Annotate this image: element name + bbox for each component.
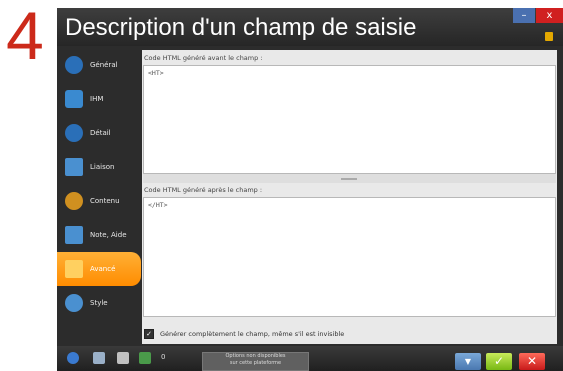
- generate-invisible-checkbox[interactable]: ✓: [144, 329, 154, 339]
- email-icon[interactable]: [117, 352, 129, 364]
- sidebar-item-label: Note, Aide: [90, 231, 127, 239]
- ok-button[interactable]: ✓: [486, 353, 512, 370]
- field-description-window: Description d'un champ de saisie – x Gén…: [57, 8, 563, 371]
- sidebar-item-liaison[interactable]: Liaison: [57, 150, 141, 184]
- generate-invisible-option[interactable]: ✓ Générer complètement le champ, même s'…: [144, 329, 344, 339]
- before-code-field[interactable]: <HT>: [143, 65, 556, 174]
- sidebar-item-general[interactable]: Général: [57, 48, 141, 82]
- sidebar-item-avance[interactable]: Avancé: [57, 252, 141, 286]
- table-icon[interactable]: [139, 352, 151, 364]
- sidebar-item-label: Avancé: [90, 265, 116, 273]
- sidebar-item-detail[interactable]: Détail: [57, 116, 141, 150]
- content-icon: [65, 192, 83, 210]
- advanced-panel: Code HTML généré avant le champ : <HT> C…: [142, 50, 557, 344]
- note-help-icon: [65, 226, 83, 244]
- help-icon[interactable]: [67, 352, 79, 364]
- counter: 0: [161, 353, 166, 361]
- step-number: 4: [6, 0, 44, 74]
- bottom-bar: 0 Options non disponibles sur cette plat…: [57, 346, 563, 371]
- interface-icon: [65, 90, 83, 108]
- sidebar: Général IHM Détail Liaison Contenu Note,…: [57, 48, 141, 340]
- title-accent-icon: [545, 32, 553, 41]
- sidebar-item-ihm[interactable]: IHM: [57, 82, 141, 116]
- sidebar-item-style[interactable]: Style: [57, 286, 141, 320]
- cancel-button[interactable]: ✕: [519, 353, 545, 370]
- sidebar-item-label: IHM: [90, 95, 104, 103]
- splitter-handle[interactable]: [143, 174, 556, 183]
- gear-circle-icon: [65, 56, 83, 74]
- after-code-label: Code HTML généré après le champ :: [144, 186, 263, 194]
- more-button[interactable]: ▼: [455, 353, 481, 370]
- sidebar-item-note-aide[interactable]: Note, Aide: [57, 218, 141, 252]
- sidebar-item-label: Contenu: [90, 197, 120, 205]
- detail-circle-icon: [65, 124, 83, 142]
- close-button[interactable]: x: [536, 8, 563, 23]
- sidebar-item-label: Liaison: [90, 163, 115, 171]
- advanced-icon: [65, 260, 83, 278]
- print-icon[interactable]: [93, 352, 105, 364]
- sidebar-item-label: Détail: [90, 129, 111, 137]
- grip-icon: [341, 178, 357, 180]
- window-title: Description d'un champ de saisie: [65, 14, 417, 41]
- generate-invisible-label: Générer complètement le champ, même s'il…: [160, 330, 345, 338]
- style-icon: [65, 294, 83, 312]
- minimize-button[interactable]: –: [513, 8, 535, 23]
- before-code-label: Code HTML généré avant le champ :: [144, 54, 263, 62]
- sidebar-item-label: Style: [90, 299, 108, 307]
- unavailable-line-1: Options non disponibles: [225, 353, 286, 359]
- title-bar: Description d'un champ de saisie – x: [57, 8, 563, 46]
- sidebar-item-label: Général: [90, 61, 118, 69]
- after-code-field[interactable]: </HT>: [143, 197, 556, 317]
- link-window-icon: [65, 158, 83, 176]
- unavailable-options-box: Options non disponibles sur cette platef…: [202, 352, 309, 371]
- unavailable-line-2: sur cette plateforme: [229, 360, 282, 366]
- sidebar-item-contenu[interactable]: Contenu: [57, 184, 141, 218]
